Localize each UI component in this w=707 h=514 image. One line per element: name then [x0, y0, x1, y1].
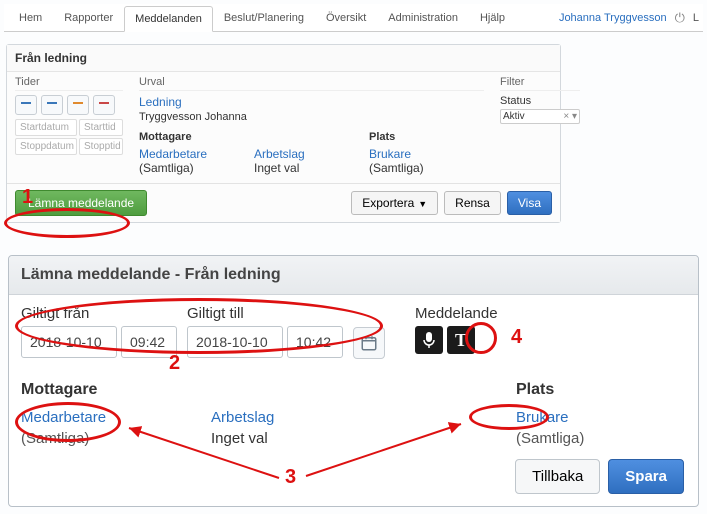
filter-panel: Från ledning Tider Startdatum Starttid S…	[6, 44, 561, 223]
stop-date-input[interactable]: Stoppdatum	[15, 138, 77, 155]
urval-head: Urval	[139, 76, 484, 91]
valid-from-date-input[interactable]	[21, 326, 117, 358]
brukare-value-top: (Samtliga)	[369, 161, 484, 175]
logout-label: L	[693, 12, 699, 24]
arbetslag-link-top[interactable]: Arbetslag	[254, 147, 369, 161]
export-button[interactable]: Exportera▼	[351, 191, 438, 215]
show-button[interactable]: Visa	[507, 191, 552, 215]
modal-mottagare-head: Mottagare	[21, 381, 211, 399]
ledning-name: Tryggvesson Johanna	[139, 111, 484, 123]
calendar-picker-button[interactable]	[353, 327, 385, 359]
leave-message-button[interactable]: Lämna meddelande	[15, 190, 147, 216]
valid-to-label: Giltigt till	[187, 305, 343, 322]
modal-brukare-link[interactable]: Brukare	[516, 409, 686, 426]
plats-head: Plats	[369, 131, 484, 143]
message-label: Meddelande	[415, 305, 498, 322]
valid-to-date-input[interactable]	[187, 326, 283, 358]
tab-administration[interactable]: Administration	[377, 5, 469, 31]
annotation-number-2: 2	[169, 352, 180, 375]
clear-button[interactable]: Rensa	[444, 191, 501, 215]
power-icon[interactable]: ⏻	[675, 10, 685, 26]
annotation-number-4: 4	[511, 326, 522, 349]
filter-head: Filter	[500, 76, 580, 91]
tab-hem[interactable]: Hem	[8, 5, 53, 31]
brukare-link-top[interactable]: Brukare	[369, 147, 484, 161]
ledning-link[interactable]: Ledning	[139, 95, 484, 109]
stop-time-input[interactable]: Stopptid	[79, 138, 123, 155]
modal-arbetslag-head	[211, 381, 401, 399]
status-label: Status	[500, 95, 580, 107]
tider-head: Tider	[15, 76, 123, 91]
tab-beslut-planering[interactable]: Beslut/Planering	[213, 5, 315, 31]
tab-meddelanden[interactable]: Meddelanden	[124, 6, 213, 32]
modal-arbetslag-link[interactable]: Arbetslag	[211, 409, 401, 426]
status-clear-icon[interactable]: ×	[563, 111, 569, 122]
modal-plats-head: Plats	[516, 381, 686, 399]
calendar-preset-1[interactable]	[15, 95, 37, 115]
valid-from-label: Giltigt från	[21, 305, 177, 322]
caret-down-icon: ▼	[418, 199, 427, 209]
main-tabs: HemRapporterMeddelandenBeslut/PlaneringÖ…	[4, 4, 703, 32]
valid-to-time-input[interactable]	[287, 326, 343, 358]
tab-hj-lp[interactable]: Hjälp	[469, 5, 516, 31]
modal-brukare-value: (Samtliga)	[516, 430, 686, 447]
text-message-button[interactable]: T	[447, 326, 475, 354]
calendar-icon	[360, 334, 378, 352]
modal-medarbetare-value: (Samtliga)	[21, 430, 211, 447]
panel-title: Från ledning	[7, 45, 560, 72]
voice-message-button[interactable]	[415, 326, 443, 354]
start-date-input[interactable]: Startdatum	[15, 119, 77, 136]
user-menu[interactable]: Johanna Tryggvesson	[559, 12, 667, 24]
status-select[interactable]: Aktiv × ▾	[500, 109, 580, 124]
modal-arbetslag-value: Inget val	[211, 430, 401, 447]
annotation-number-1: 1	[22, 186, 33, 209]
medarbetare-value-top: (Samtliga)	[139, 161, 254, 175]
chevron-down-icon: ▾	[572, 111, 577, 122]
arbetslag-value-top: Inget val	[254, 161, 369, 175]
modal-title: Lämna meddelande - Från ledning	[9, 256, 698, 295]
calendar-preset-2[interactable]	[41, 95, 63, 115]
medarbetare-link-top[interactable]: Medarbetare	[139, 147, 254, 161]
mottagare-head: Mottagare	[139, 131, 254, 143]
modal-medarbetare-link[interactable]: Medarbetare	[21, 409, 211, 426]
calendar-preset-4[interactable]	[93, 95, 115, 115]
tab--versikt[interactable]: Översikt	[315, 5, 377, 31]
leave-message-modal: Lämna meddelande - Från ledning Giltigt …	[8, 255, 699, 507]
microphone-icon	[422, 331, 436, 349]
back-button[interactable]: Tillbaka	[515, 459, 600, 494]
save-button[interactable]: Spara	[608, 459, 684, 494]
start-time-input[interactable]: Starttid	[79, 119, 123, 136]
calendar-preset-3[interactable]	[67, 95, 89, 115]
annotation-number-3: 3	[285, 466, 296, 489]
status-value: Aktiv	[503, 111, 525, 122]
tab-rapporter[interactable]: Rapporter	[53, 5, 124, 31]
